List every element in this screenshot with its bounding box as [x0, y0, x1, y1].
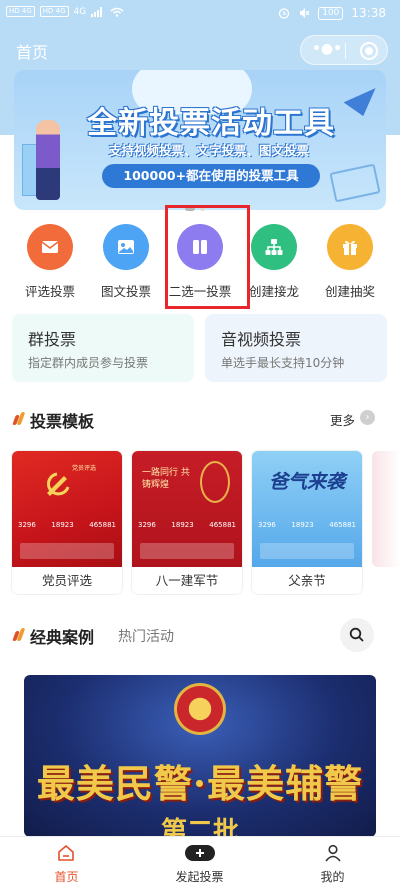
template-stats: 3296 18923 465881 [258, 521, 356, 529]
signal-label: 4G [73, 6, 87, 17]
clock: 13:38 [351, 6, 386, 20]
card-title: 群投票 [28, 330, 77, 349]
police-emblem-icon [174, 683, 226, 735]
party-emblem-icon [47, 472, 70, 496]
plus-icon [185, 845, 215, 861]
stat-value: 465881 [89, 521, 116, 529]
close-icon[interactable] [360, 42, 378, 60]
template-card[interactable]: 爸气来袭 3296 18923 465881 父亲节 [252, 451, 362, 594]
wifi-icon [110, 7, 124, 17]
case-title: 最美民警·最美辅警 [36, 761, 364, 806]
template-bar [260, 543, 354, 559]
av-vote-card[interactable]: 音视频投票 单选手最长支持10分钟 [205, 314, 387, 382]
medal-decoration [200, 461, 230, 503]
case-image[interactable]: 最美民警·最美辅警 第二批 [24, 675, 376, 837]
highlight-box [165, 205, 250, 309]
status-bar: HD 4G HD 4G 4G 100 13:38 [0, 0, 400, 28]
action-label: 图文投票 [100, 284, 151, 299]
tab-mine[interactable]: 我的 [266, 837, 399, 888]
capsule-divider [345, 43, 346, 59]
tab-hot-activities[interactable]: 热门活动 [118, 626, 174, 646]
template-name: 党员评选 [41, 573, 92, 588]
template-card[interactable]: 党员评选 3296 18923 465881 党员评选 [12, 451, 122, 594]
template-name: 父亲节 [288, 573, 326, 588]
stat-value: 3296 [18, 521, 36, 529]
tab-label: 我的 [320, 870, 345, 884]
template-card[interactable]: 一路同行 共铸辉煌 3296 18923 465881 八一建军节 [132, 451, 242, 594]
image-icon [118, 240, 134, 254]
tab-label: 发起投票 [175, 870, 224, 884]
search-icon [349, 627, 364, 642]
tab-label: 首页 [54, 870, 79, 884]
stat-value: 3296 [138, 521, 156, 529]
stat-value: 18923 [291, 521, 314, 529]
case-subtitle: 第二批 [160, 817, 239, 837]
template-name: 八一建军节 [155, 573, 219, 588]
action-icon-bg [27, 224, 73, 270]
template-thumbnail: 一路同行 共铸辉煌 3296 18923 465881 [132, 451, 242, 567]
action-icon-bg [327, 224, 373, 270]
title-bar: 首页 •●• [0, 30, 400, 70]
bottom-tabbar: 首页 发起投票 我的 [0, 836, 400, 888]
action-image-vote[interactable]: 图文投票 [88, 222, 164, 304]
card-title: 音视频投票 [221, 330, 302, 349]
page-title: 首页 [16, 43, 49, 62]
search-button[interactable] [340, 618, 374, 652]
tab-home[interactable]: 首页 [0, 837, 133, 888]
stat-value: 465881 [329, 521, 356, 529]
template-bar [140, 543, 234, 559]
sim1-indicator: HD 4G [6, 6, 35, 17]
action-label: 创建抽奖 [324, 284, 375, 299]
home-icon [58, 845, 74, 861]
stat-value: 18923 [171, 521, 194, 529]
templates-title: 投票模板 [30, 412, 95, 431]
template-card-partial[interactable] [372, 451, 400, 567]
template-heading: 爸气来袭 [268, 471, 345, 493]
template-bar [20, 543, 114, 559]
laptop-illustration [329, 163, 381, 203]
template-stats: 3296 18923 465881 [138, 521, 236, 529]
group-vote-card[interactable]: 群投票 指定群内成员参与投票 [12, 314, 194, 382]
person-illustration [36, 120, 60, 200]
action-selection-vote[interactable]: 评选投票 [12, 222, 88, 304]
template-thumbnail: 党员评选 3296 18923 465881 [12, 451, 122, 567]
promo-banner[interactable]: 全新投票活动工具 支持视频投票、文字投票、图文投票 100000+都在使用的投票… [14, 70, 386, 210]
action-icon-bg [103, 224, 149, 270]
cases-title[interactable]: 经典案例 [30, 624, 94, 648]
stat-value: 3296 [258, 521, 276, 529]
action-create-lottery[interactable]: 创建抽奖 [312, 222, 388, 304]
template-heading: 一路同行 共铸辉煌 [142, 468, 190, 490]
tab-create-vote[interactable]: 发起投票 [133, 837, 266, 888]
banner-tagline: 100000+都在使用的投票工具 [102, 164, 320, 188]
hierarchy-icon [265, 239, 283, 255]
signal-icon [91, 6, 103, 17]
gift-icon [343, 240, 357, 255]
card-subtitle: 单选手最长支持10分钟 [221, 356, 345, 370]
action-label: 评选投票 [24, 284, 75, 299]
template-thumbnail: 爸气来袭 3296 18923 465881 [252, 451, 362, 567]
envelope-icon [41, 241, 59, 253]
chevron-right-icon[interactable]: › [360, 410, 375, 425]
action-icon-bg [251, 224, 297, 270]
more-icon[interactable]: •●• [311, 42, 343, 58]
sim2-indicator: HD 4G [39, 6, 69, 17]
mute-icon [300, 8, 310, 18]
template-stats: 3296 18923 465881 [18, 521, 116, 529]
section-mark-icon [14, 628, 24, 642]
stat-value: 18923 [51, 521, 74, 529]
user-icon [325, 844, 341, 862]
more-link[interactable]: 更多 [330, 410, 355, 429]
banner-title: 全新投票活动工具 [87, 106, 335, 141]
template-heading: 党员评选 [72, 465, 97, 472]
card-subtitle: 指定群内成员参与投票 [28, 356, 149, 370]
alarm-icon [279, 8, 290, 19]
battery-level: 100 [318, 6, 344, 20]
section-mark-icon [14, 412, 24, 426]
banner-subtitle: 支持视频投票、文字投票、图文投票 [108, 143, 309, 158]
stat-value: 465881 [209, 521, 236, 529]
miniprogram-capsule: •●• [300, 35, 388, 65]
